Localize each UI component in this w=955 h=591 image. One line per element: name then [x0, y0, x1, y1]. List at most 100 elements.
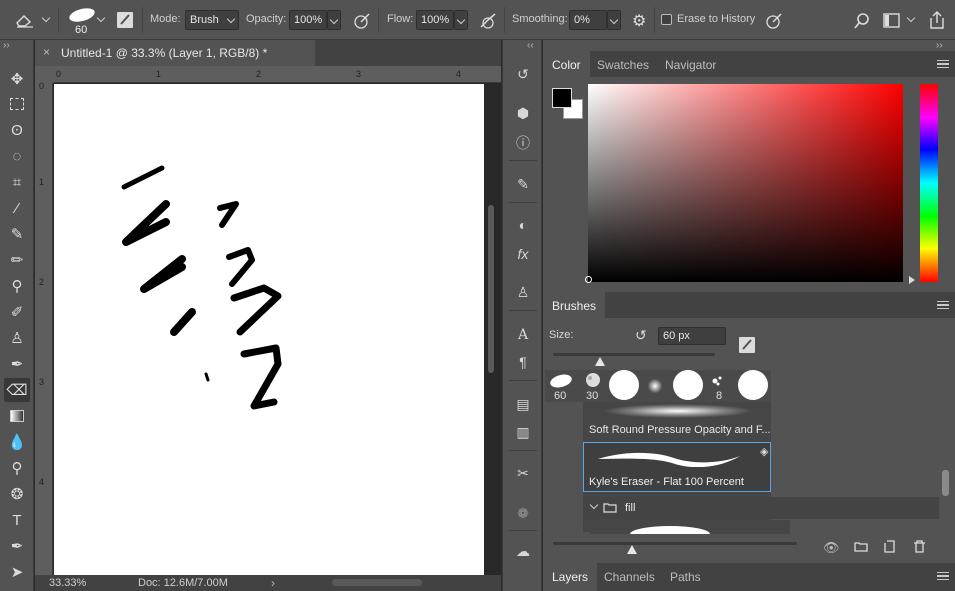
document-tab[interactable]: × Untitled-1 @ 33.3% (Layer 1, RGB/8) *: [35, 40, 315, 66]
eye-icon[interactable]: 👁: [823, 540, 840, 556]
erase-to-history-checkbox[interactable]: [661, 14, 672, 25]
gear-icon[interactable]: ⚙: [632, 11, 646, 31]
trash-icon[interactable]: [913, 540, 926, 553]
eraser-tool-icon[interactable]: [14, 11, 36, 29]
size-slider-knob[interactable]: [594, 357, 605, 366]
styles-panel-icon[interactable]: fx: [511, 243, 535, 265]
pen-tool-icon[interactable]: ✒: [4, 534, 30, 558]
brushes-panel-menu-icon[interactable]: [937, 301, 949, 309]
brush-thumb-4[interactable]: [642, 373, 668, 399]
preview-size-knob[interactable]: [627, 545, 637, 554]
reset-size-icon[interactable]: ↺: [635, 327, 647, 344]
brush-picker-chevron-icon[interactable]: [98, 15, 104, 21]
tab-navigator[interactable]: Navigator: [656, 51, 725, 77]
crop-tool-icon[interactable]: ⌗: [4, 170, 30, 194]
tab-color[interactable]: Color: [543, 51, 590, 77]
brush-thumb-6[interactable]: [707, 372, 731, 390]
smoothing-dropdown[interactable]: [607, 10, 621, 30]
notes-panel-icon[interactable]: ▥: [511, 421, 535, 443]
hue-slider[interactable]: [920, 84, 938, 282]
vertical-scrollbar[interactable]: [488, 205, 494, 373]
canvas[interactable]: [54, 84, 484, 575]
hue-slider-knob[interactable]: [909, 276, 915, 284]
brush-tool-icon[interactable]: ✏: [4, 248, 30, 272]
tab-brushes[interactable]: Brushes: [543, 292, 606, 318]
healing-brush-tool-icon[interactable]: ✎: [4, 222, 30, 246]
color-cursor[interactable]: [585, 276, 592, 283]
cc-libraries-icon[interactable]: ❁: [511, 502, 535, 524]
quick-selection-tool-icon[interactable]: ◌: [4, 144, 30, 168]
workspace-chevron-icon[interactable]: [908, 15, 914, 21]
flow-dropdown[interactable]: [454, 10, 468, 30]
color-panel-menu-icon[interactable]: [937, 60, 949, 68]
layers-panel-menu-icon[interactable]: [937, 572, 949, 580]
preview-size-slider[interactable]: [553, 542, 797, 545]
airbrush-icon[interactable]: [478, 11, 500, 31]
type-tool-icon[interactable]: T: [4, 508, 30, 532]
zoom-level[interactable]: 33.33%: [49, 577, 86, 589]
history-brush-tool-icon[interactable]: ✐: [4, 300, 30, 324]
brush-size-input[interactable]: 60 px: [658, 327, 726, 345]
pressure-opacity-icon[interactable]: [352, 11, 372, 31]
new-group-folder-icon[interactable]: [854, 541, 868, 552]
brush-thumb-1[interactable]: [548, 371, 574, 391]
color-field[interactable]: [585, 84, 903, 283]
dodge-tool-icon[interactable]: ⚲: [4, 456, 30, 480]
pressure-size-icon[interactable]: [764, 11, 784, 31]
gradient-tool-icon[interactable]: [4, 404, 30, 428]
brush-settings-icon[interactable]: [116, 11, 134, 29]
collapse-panels-icon[interactable]: ››: [936, 40, 943, 51]
folder-expand-chevron-icon[interactable]: [591, 502, 596, 507]
clone-stamp-tool-icon[interactable]: ⚲: [4, 274, 30, 298]
clone-source-icon[interactable]: ♙: [511, 281, 535, 303]
size-slider-track[interactable]: [553, 353, 715, 356]
brush-item-selected[interactable]: ◈ Kyle's Eraser - Flat 100 Percent: [583, 442, 771, 492]
workspace-icon[interactable]: [883, 13, 901, 29]
brush-thumb-7[interactable]: [738, 370, 768, 400]
stamp-tool-icon[interactable]: ♙: [4, 326, 30, 350]
sponge-tool-icon[interactable]: ❂: [4, 482, 30, 506]
create-brush-icon[interactable]: [738, 336, 756, 354]
collapse-dock-icon[interactable]: ‹‹: [527, 40, 534, 51]
vertical-ruler[interactable]: 0 1 2 3 4: [35, 81, 53, 575]
brush-thumb-5[interactable]: [673, 370, 703, 400]
character-panel-icon[interactable]: A: [511, 324, 535, 346]
horizontal-scrollbar[interactable]: [332, 579, 422, 586]
eyedropper-tool-icon[interactable]: ⁄: [4, 196, 30, 220]
3d-panel-icon[interactable]: ⬢: [511, 102, 535, 124]
tab-paths[interactable]: Paths: [661, 563, 710, 591]
history-panel-icon[interactable]: ↺: [511, 63, 535, 85]
opacity-input[interactable]: 100%: [289, 10, 327, 30]
status-menu-chevron-icon[interactable]: ›: [271, 576, 275, 590]
mode-select[interactable]: Brush: [185, 10, 239, 30]
marquee-tool-icon[interactable]: [4, 92, 30, 116]
flow-input[interactable]: 100%: [416, 10, 454, 30]
new-brush-icon[interactable]: [884, 540, 896, 553]
tab-layers[interactable]: Layers: [543, 563, 598, 591]
horizontal-ruler[interactable]: 0 1 2 3 4: [54, 66, 501, 83]
brush-thumb-2[interactable]: [582, 371, 604, 391]
search-icon[interactable]: [853, 12, 871, 30]
share-icon[interactable]: [928, 10, 946, 30]
creative-cloud-icon[interactable]: ☁: [511, 540, 535, 562]
collapse-tools-icon[interactable]: ››: [3, 40, 10, 51]
tab-channels[interactable]: Channels: [595, 563, 664, 591]
lasso-tool-icon[interactable]: ʘ: [4, 118, 30, 142]
tool-preset-chevron-icon[interactable]: [43, 15, 49, 21]
mixer-brush-tool-icon[interactable]: ✒: [4, 352, 30, 376]
brush-folder-row[interactable]: fill: [583, 497, 939, 519]
foreground-color-swatch[interactable]: [552, 88, 572, 108]
brush-presets-icon[interactable]: ✎: [511, 173, 535, 195]
tab-swatches[interactable]: Swatches: [588, 51, 658, 77]
info-panel-icon[interactable]: ⓘ: [511, 132, 535, 154]
tool-presets-icon[interactable]: ✂: [511, 462, 535, 484]
brush-list-scrollbar[interactable]: [942, 470, 949, 496]
brush-thumb-3[interactable]: [609, 370, 639, 400]
brush-preset-icon[interactable]: [66, 6, 98, 24]
close-tab-icon[interactable]: ×: [43, 45, 50, 59]
blur-tool-icon[interactable]: 💧: [4, 430, 30, 454]
path-selection-tool-icon[interactable]: ➤: [4, 560, 30, 584]
opacity-dropdown[interactable]: [327, 10, 341, 30]
glyphs-panel-icon[interactable]: ▤: [511, 393, 535, 415]
paragraph-panel-icon[interactable]: ¶: [511, 351, 535, 373]
